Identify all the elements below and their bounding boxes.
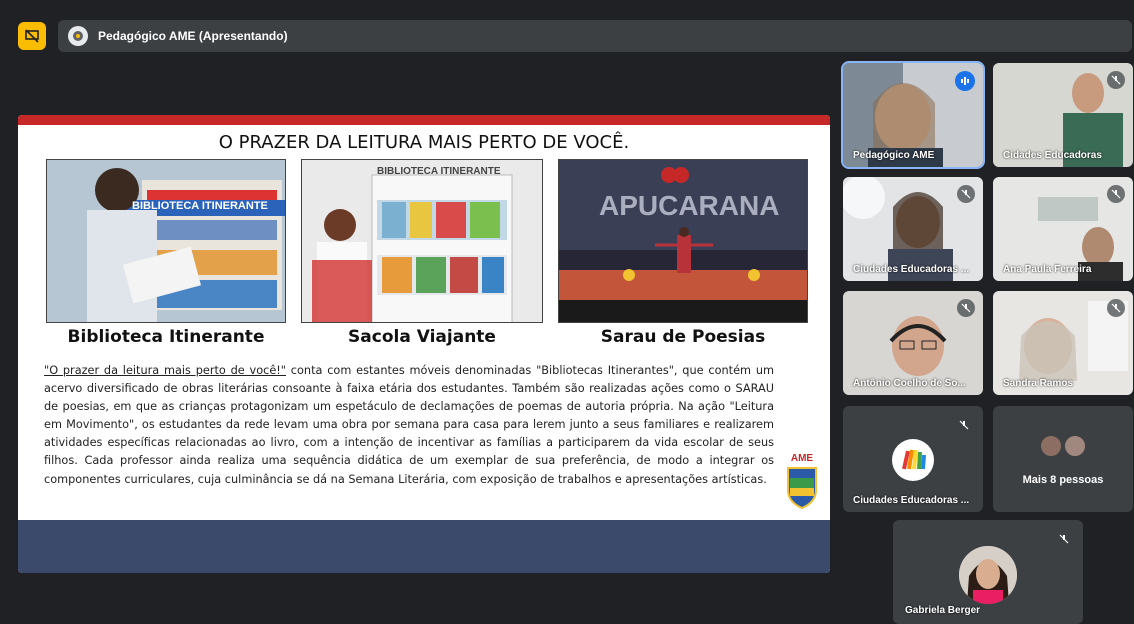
stop-presenting-icon[interactable] [18, 22, 46, 50]
photo3-sign: APUCARANA [599, 190, 780, 221]
speaking-indicator-icon [955, 71, 975, 91]
body-quote: "O prazer da leitura mais perto de você!… [44, 364, 287, 377]
participant-avatar [1063, 434, 1087, 458]
mic-off-icon [957, 299, 975, 317]
participant-tile[interactable]: Antônio Coelho de So... [843, 291, 983, 395]
participant-name: Ciudades Educadoras ... [853, 264, 970, 275]
mic-off-icon [955, 416, 973, 434]
participant-tile[interactable]: Sandra Ramos [993, 291, 1133, 395]
mic-off-icon [1055, 530, 1073, 548]
participant-name: Pedagógico AME [853, 150, 935, 161]
ame-logo-text: AME [790, 453, 814, 464]
participant-name: Antônio Coelho de So... [853, 378, 966, 389]
participant-tile[interactable]: Cidades Educadoras [993, 63, 1133, 167]
more-participants-label: Mais 8 pessoas [1022, 474, 1104, 486]
participant-tile[interactable]: Gabriela Berger [893, 520, 1083, 624]
photo2-sign: BIBLIOTECA ITINERANTE [377, 166, 501, 177]
participant-tile[interactable]: Ciudades Educadoras ... [843, 406, 983, 512]
presentation-title: Pedagógico AME (Apresentando) [98, 29, 288, 43]
shared-slide: O PRAZER DA LEITURA MAIS PERTO DE VOCÊ. … [18, 115, 830, 573]
mic-off-icon [1107, 299, 1125, 317]
participant-name: Ciudades Educadoras ... [853, 495, 970, 506]
participant-tile[interactable]: Ana Paula Ferreira [993, 177, 1133, 281]
slide-title: O PRAZER DA LEITURA MAIS PERTO DE VOCÊ. [218, 132, 630, 153]
participant-name: Cidades Educadoras [1003, 150, 1102, 161]
body-rest: conta com estantes móveis denominadas "B… [44, 364, 774, 486]
slide-body-text: "O prazer da leitura mais perto de você!… [44, 362, 774, 489]
presenter-pill[interactable]: Pedagógico AME (Apresentando) [58, 20, 1132, 52]
mic-off-icon [1107, 185, 1125, 203]
slide-bottom-band [18, 520, 830, 573]
participant-avatar [959, 546, 1017, 604]
participant-name: Ana Paula Ferreira [1003, 264, 1092, 275]
slide-top-band [18, 115, 830, 125]
mic-off-icon [1107, 71, 1125, 89]
participant-avatar [1039, 434, 1063, 458]
photo-sacola-viajante: BIBLIOTECA ITINERANTE [301, 159, 543, 323]
participant-name: Sandra Ramos [1003, 378, 1074, 389]
caption-biblioteca: Biblioteca Itinerante [67, 327, 265, 347]
photo-biblioteca-itinerante: BIBLIOTECA ITINERANTE [46, 159, 286, 323]
participant-tile[interactable]: Ciudades Educadoras ... [843, 177, 983, 281]
presenter-avatar [68, 26, 88, 46]
photo1-sign: BIBLIOTECA ITINERANTE [132, 200, 268, 212]
caption-sacola: Sacola Viajante [348, 327, 496, 347]
photo-sarau-de-poesias: APUCARANA [558, 159, 808, 323]
ame-logo: AME [782, 453, 822, 513]
participant-name: Gabriela Berger [905, 605, 981, 616]
participant-tile[interactable]: Pedagógico AME [841, 61, 985, 169]
participant-avatar [892, 439, 934, 481]
top-bar: Pedagógico AME (Apresentando) [0, 14, 1134, 54]
caption-sarau: Sarau de Poesias [600, 327, 766, 347]
mic-off-icon [957, 185, 975, 203]
more-participants-tile[interactable]: Mais 8 pessoas [993, 406, 1133, 512]
